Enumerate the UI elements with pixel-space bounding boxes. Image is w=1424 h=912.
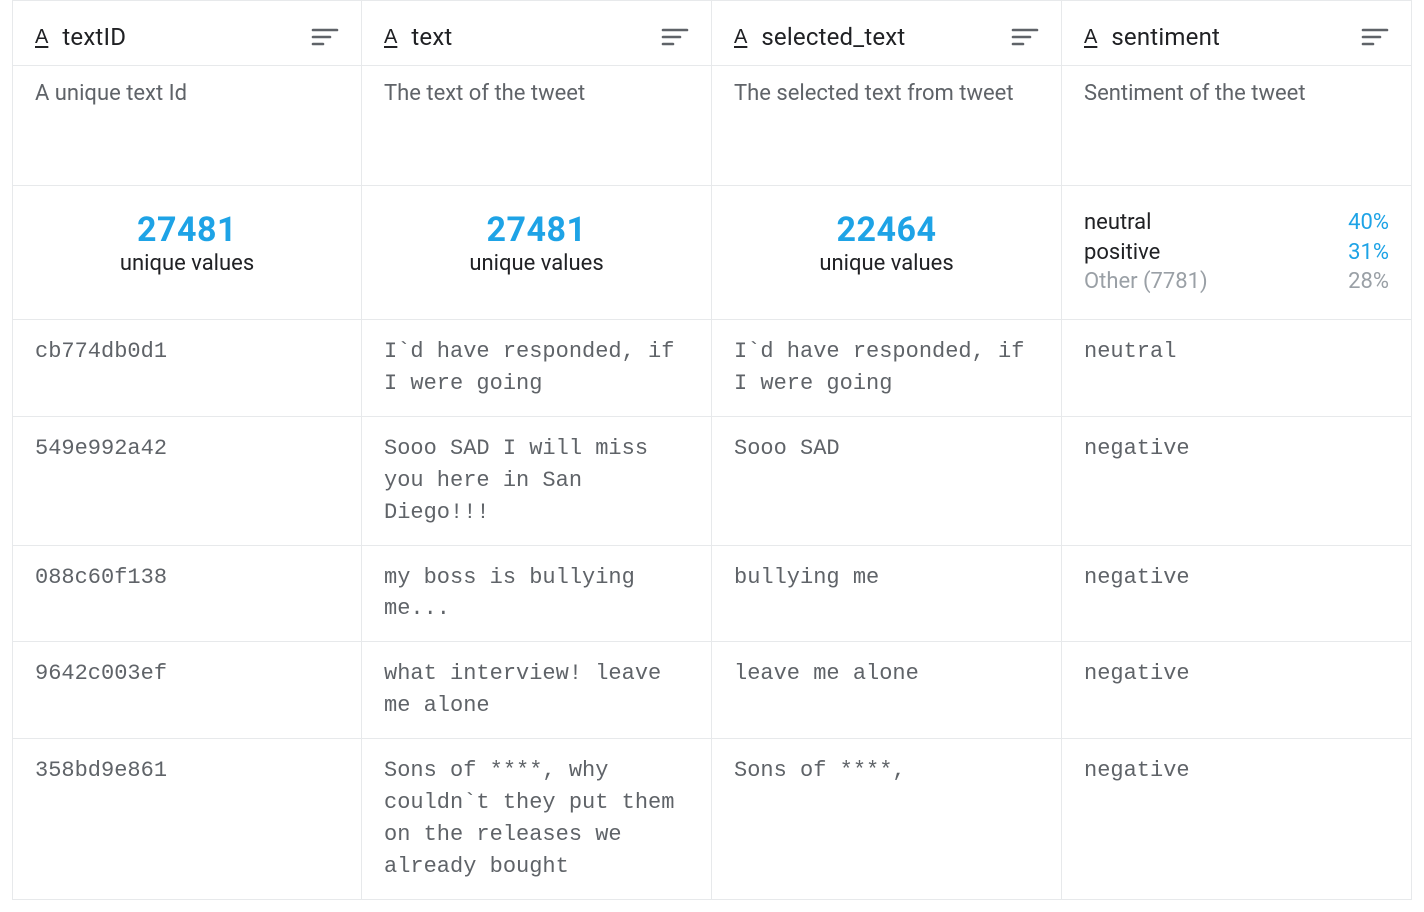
sort-icon[interactable]: [311, 27, 339, 47]
unique-label: unique values: [734, 251, 1039, 276]
table-cell: Sooo SAD: [712, 417, 1062, 546]
column-name: textID: [62, 23, 126, 51]
table-cell: neutral: [1062, 320, 1412, 417]
column-description: The text of the tweet: [362, 66, 712, 186]
column-summary-sentiment: neutral 40% positive 31% Other (7781) 28…: [1062, 186, 1412, 320]
table-cell: 9642c003ef: [12, 642, 362, 739]
column-name: text: [411, 23, 452, 51]
string-type-icon: A: [1084, 26, 1097, 49]
table-cell: Sons of ****,: [712, 739, 1062, 900]
distribution-pct: 28%: [1348, 267, 1389, 297]
column-header-selected-text[interactable]: A selected_text: [712, 1, 1062, 66]
table-cell: I`d have responded, if I were going: [362, 320, 712, 417]
table-cell: cb774db0d1: [12, 320, 362, 417]
distribution-label: Other (7781): [1084, 267, 1208, 297]
table-cell: leave me alone: [712, 642, 1062, 739]
sort-icon[interactable]: [661, 27, 689, 47]
table-cell: Sooo SAD I will miss you here in San Die…: [362, 417, 712, 546]
distribution-pct: 31%: [1348, 238, 1389, 268]
unique-count: 27481: [384, 212, 689, 249]
table-cell: negative: [1062, 546, 1412, 643]
column-summary-textid: 27481 unique values: [12, 186, 362, 320]
distribution-label: neutral: [1084, 208, 1151, 238]
distribution-label: positive: [1084, 238, 1160, 268]
table-cell: negative: [1062, 739, 1412, 900]
column-description: The selected text from tweet: [712, 66, 1062, 186]
table-cell: 088c60f138: [12, 546, 362, 643]
column-name: sentiment: [1111, 23, 1220, 51]
column-header-sentiment[interactable]: A sentiment: [1062, 1, 1412, 66]
string-type-icon: A: [734, 26, 747, 49]
string-type-icon: A: [384, 26, 397, 49]
table-cell: I`d have responded, if I were going: [712, 320, 1062, 417]
table-cell: bullying me: [712, 546, 1062, 643]
distribution-row: Other (7781) 28%: [1084, 267, 1389, 297]
sort-icon[interactable]: [1011, 27, 1039, 47]
table-cell: what interview! leave me alone: [362, 642, 712, 739]
table-cell: 358bd9e861: [12, 739, 362, 900]
column-description: A unique text Id: [12, 66, 362, 186]
column-header-textid[interactable]: A textID: [12, 1, 362, 66]
distribution-row: neutral 40%: [1084, 208, 1389, 238]
table-cell: negative: [1062, 642, 1412, 739]
table-cell: my boss is bullying me...: [362, 546, 712, 643]
distribution-pct: 40%: [1348, 208, 1389, 238]
table-cell: Sons of ****, why couldn`t they put them…: [362, 739, 712, 900]
table-cell: negative: [1062, 417, 1412, 546]
unique-label: unique values: [384, 251, 689, 276]
unique-count: 27481: [35, 212, 339, 249]
string-type-icon: A: [35, 26, 48, 49]
sort-icon[interactable]: [1361, 27, 1389, 47]
distribution-row: positive 31%: [1084, 238, 1389, 268]
unique-label: unique values: [35, 251, 339, 276]
column-summary-selected-text: 22464 unique values: [712, 186, 1062, 320]
column-summary-text: 27481 unique values: [362, 186, 712, 320]
column-description: Sentiment of the tweet: [1062, 66, 1412, 186]
data-table: A textID A text A selected_text A sentim…: [12, 0, 1412, 900]
column-name: selected_text: [761, 23, 905, 51]
unique-count: 22464: [734, 212, 1039, 249]
column-header-text[interactable]: A text: [362, 1, 712, 66]
table-cell: 549e992a42: [12, 417, 362, 546]
